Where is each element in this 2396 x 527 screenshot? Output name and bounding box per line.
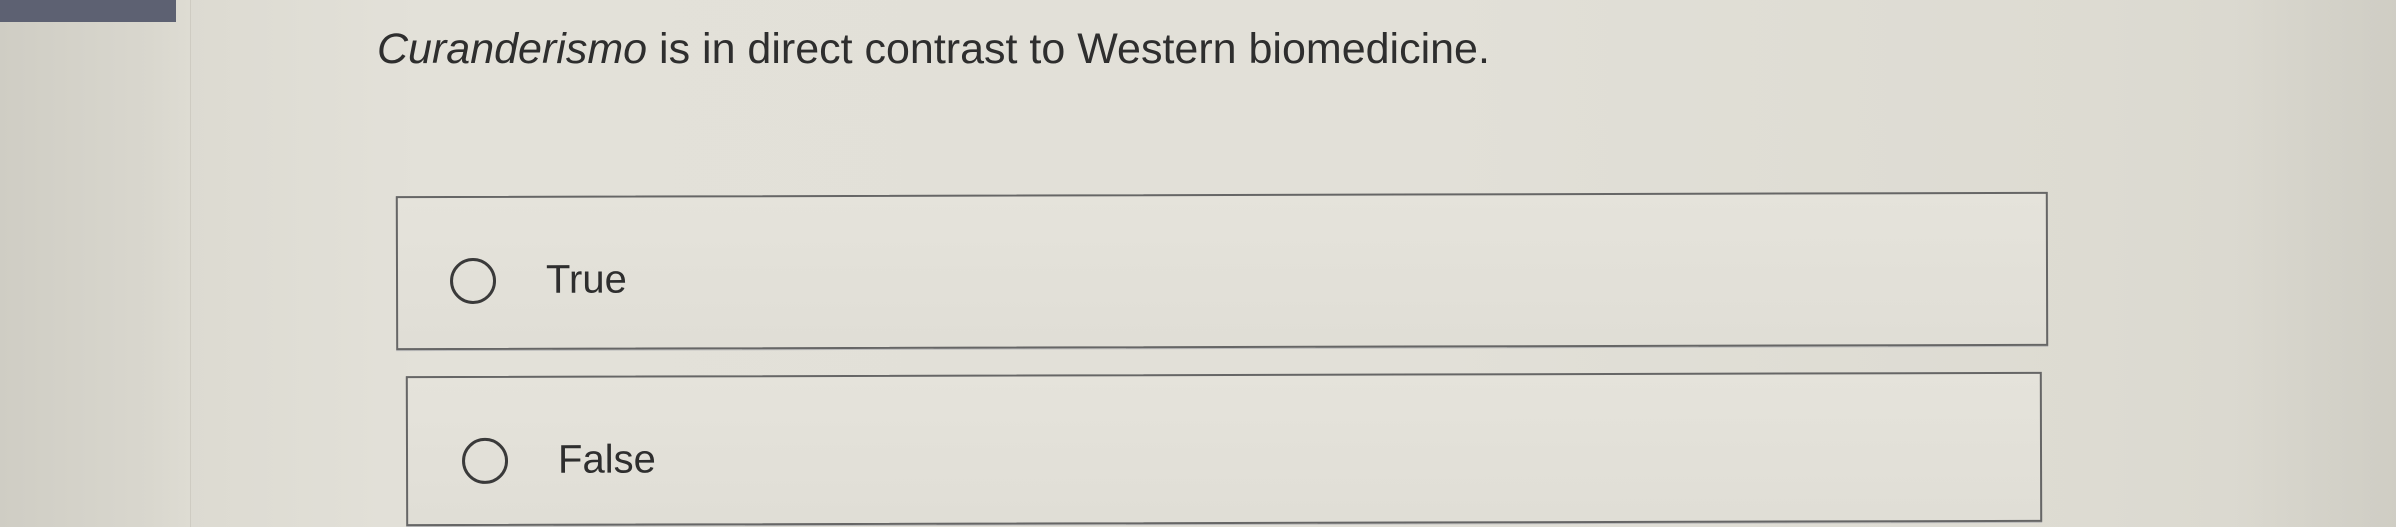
option-false[interactable]: False bbox=[405, 371, 2043, 527]
question-italic-term: Curanderismo bbox=[377, 25, 648, 73]
radio-circle-icon[interactable] bbox=[449, 257, 497, 305]
left-panel bbox=[0, 0, 191, 527]
question-body: is in direct contrast to Western biomedi… bbox=[647, 25, 1490, 73]
radio-circle-icon[interactable] bbox=[461, 437, 509, 484]
option-true[interactable]: True bbox=[395, 191, 2049, 351]
option-label: False bbox=[557, 437, 656, 482]
right-edge-shade bbox=[2236, 0, 2396, 527]
option-label: True bbox=[545, 257, 627, 302]
question-text: Curanderismo is in direct contrast to We… bbox=[377, 20, 1490, 78]
top-accent-bar bbox=[0, 0, 176, 22]
